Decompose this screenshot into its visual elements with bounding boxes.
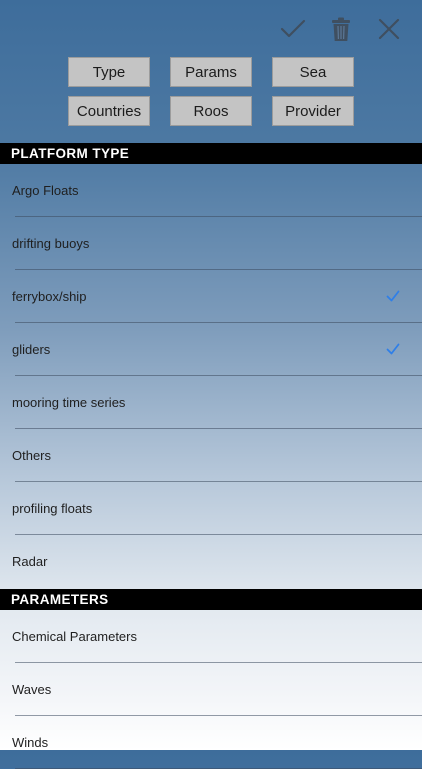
list-item[interactable]: Waves [0, 663, 422, 716]
list-item-label: profiling floats [12, 482, 92, 535]
platform-type-header: PLATFORM TYPE [0, 143, 422, 164]
list-item-label: Radar [12, 535, 47, 588]
parameters-list: Chemical ParametersWavesWinds [0, 610, 422, 769]
filter-params-button[interactable]: Params [170, 57, 252, 87]
list-item[interactable]: Argo Floats [0, 164, 422, 217]
list-item-label: Waves [12, 663, 51, 716]
checkmark-icon [386, 289, 400, 303]
checkmark-icon[interactable] [276, 12, 310, 46]
filter-sea-button[interactable]: Sea [272, 57, 354, 87]
top-toolbar [0, 12, 422, 46]
filter-provider-button[interactable]: Provider [272, 96, 354, 126]
list-item[interactable]: profiling floats [0, 482, 422, 535]
list-item[interactable]: Chemical Parameters [0, 610, 422, 663]
filter-countries-button[interactable]: Countries [68, 96, 150, 126]
list-item-label: mooring time series [12, 376, 125, 429]
parameters-title: PARAMETERS [11, 592, 109, 607]
platform-type-title: PLATFORM TYPE [11, 146, 129, 161]
list-item-label: Others [12, 429, 51, 482]
list-item[interactable]: ferrybox/ship [0, 270, 422, 323]
list-item-label: drifting buoys [12, 217, 89, 270]
close-icon[interactable] [372, 12, 406, 46]
platform-type-list: Argo Floatsdrifting buoysferrybox/shipgl… [0, 164, 422, 588]
filter-roos-button[interactable]: Roos [170, 96, 252, 126]
list-item[interactable]: drifting buoys [0, 217, 422, 270]
list-item-label: Winds [12, 716, 48, 769]
list-item[interactable]: Radar [0, 535, 422, 588]
list-item[interactable]: mooring time series [0, 376, 422, 429]
trash-icon[interactable] [324, 12, 358, 46]
list-item-label: gliders [12, 323, 50, 376]
list-item-label: Argo Floats [12, 164, 78, 217]
filter-buttons: Type Params Sea Countries Roos Provider [68, 57, 354, 126]
list-item-label: Chemical Parameters [12, 610, 137, 663]
list-item[interactable]: Winds [0, 716, 422, 769]
list-item[interactable]: Others [0, 429, 422, 482]
list-item[interactable]: gliders [0, 323, 422, 376]
parameters-header: PARAMETERS [0, 589, 422, 610]
checkmark-icon [386, 342, 400, 356]
list-item-label: ferrybox/ship [12, 270, 86, 323]
filter-type-button[interactable]: Type [68, 57, 150, 87]
